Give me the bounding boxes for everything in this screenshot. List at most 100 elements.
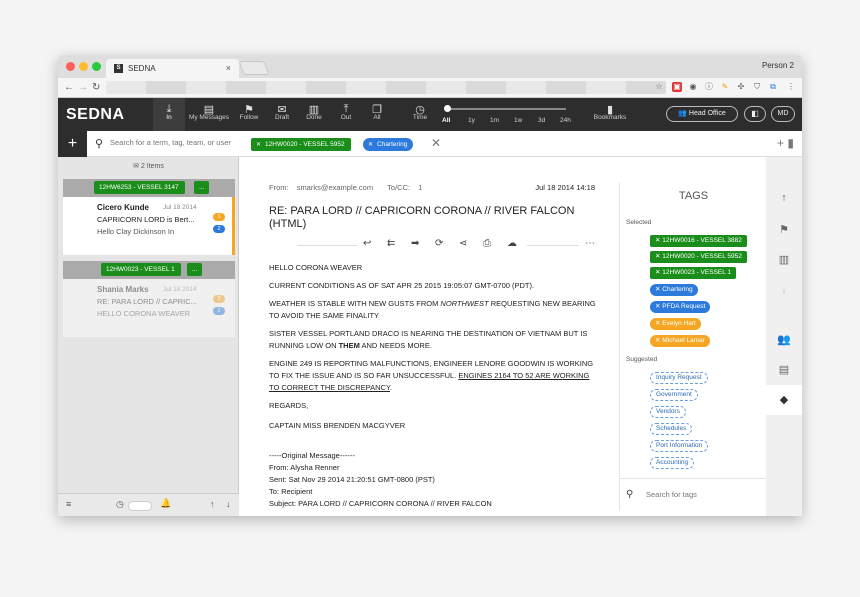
tag-search-input[interactable]	[646, 490, 756, 499]
time-range-1y[interactable]: 1y	[468, 117, 475, 127]
forward-icon[interactable]: →	[78, 82, 88, 93]
sync-icon[interactable]: ⟳	[435, 238, 443, 249]
selected-tag[interactable]: ✕ Chartering	[650, 284, 698, 296]
time-range-1m[interactable]: 1m	[490, 117, 499, 127]
comment-icon[interactable]: ▤	[766, 355, 802, 385]
recipient-count[interactable]: 1	[418, 183, 422, 192]
url-field[interactable]	[106, 81, 666, 94]
suggested-tag[interactable]: Port Information	[650, 440, 709, 452]
selected-tag[interactable]: ✕ PFDA Request	[650, 301, 711, 313]
bookmarks-button[interactable]: ▮ Bookmarks	[589, 98, 631, 131]
message-card[interactable]: Cicero Kunde Jul 18 2014 CAPRICORN LORD …	[63, 197, 235, 255]
tab-close-icon[interactable]: ×	[226, 63, 231, 73]
message-list: ✉ 2 Items 12HW6253 - VESSEL 3147 ... Cic…	[58, 157, 239, 516]
bookmark-star-icon[interactable]: ☆	[654, 82, 664, 92]
reply-all-icon[interactable]: ⇇	[387, 238, 395, 249]
tag-icon[interactable]: ◆	[766, 385, 802, 415]
group-tag[interactable]: 12HW0023 - VESSEL 1	[101, 263, 181, 276]
sort-icon[interactable]: ≡	[66, 499, 71, 509]
nav-my-messages[interactable]: ▤ My Messages	[185, 98, 233, 131]
selected-tag[interactable]: ✕ Evelyn Hart	[650, 318, 701, 330]
nav-all[interactable]: ❐ All	[364, 98, 390, 131]
time-range-24h[interactable]: 24h	[560, 117, 571, 127]
reload-icon[interactable]: ↻	[92, 82, 100, 93]
nav-follow[interactable]: ⚑ Follow	[236, 98, 262, 131]
shield-icon[interactable]: ⛉	[752, 82, 762, 92]
search-chip-vessel[interactable]: ✕ 12HW0020 - VESSEL 5952	[251, 138, 351, 151]
extension-icon[interactable]: ✎	[720, 82, 730, 92]
time-range-1w[interactable]: 1w	[514, 117, 522, 127]
browser-tab[interactable]: S SEDNA ×	[106, 59, 239, 78]
suggested-tag[interactable]: Vendors	[650, 406, 686, 418]
time-range-3d[interactable]: 3d	[538, 117, 545, 127]
group-more-button[interactable]: ...	[187, 263, 203, 276]
print-icon[interactable]: ⎙	[483, 238, 491, 249]
arrow-up-icon[interactable]: ↑	[210, 499, 215, 509]
archive-icon[interactable]: ▥	[766, 245, 802, 275]
share-icon[interactable]: ⋖	[459, 238, 467, 249]
clear-search-icon[interactable]: ✕	[431, 136, 441, 150]
arrow-up-icon[interactable]: ↑	[766, 183, 802, 213]
list-item[interactable]: 12HW0023 - VESSEL 1 ... Shania Marks Jul…	[63, 261, 235, 337]
reply-icon[interactable]: ↩	[363, 238, 371, 249]
maximize-window-icon[interactable]	[92, 62, 101, 71]
search-input[interactable]	[110, 138, 245, 147]
arrow-down-icon[interactable]: ↓	[766, 275, 802, 305]
nav-out[interactable]: ⤒ Out	[333, 98, 359, 131]
extension-icon[interactable]: ▣	[672, 82, 682, 92]
message-date: Jul 18 2014	[163, 204, 197, 211]
suggested-tag[interactable]: Government	[650, 389, 698, 401]
forward-icon[interactable]: ➡	[411, 238, 419, 249]
time-range-all[interactable]: All	[442, 117, 450, 127]
remove-chip-icon[interactable]: ✕	[368, 142, 373, 148]
selected-tag[interactable]: ✕ 12HW0020 - VESSEL 5952	[650, 251, 747, 263]
minimize-window-icon[interactable]	[79, 62, 88, 71]
clock-icon[interactable]: ◷	[116, 499, 124, 510]
info-icon[interactable]: ⓘ	[704, 82, 714, 92]
cloud-download-icon[interactable]: ☁	[507, 238, 517, 249]
remove-chip-icon[interactable]: ✕	[256, 142, 261, 148]
suggested-tag[interactable]: Accounting	[650, 457, 695, 469]
new-tab-button[interactable]	[238, 61, 270, 75]
from-address[interactable]: smarks@example.com	[297, 183, 373, 192]
selected-tag[interactable]: ✕ Michael Lamar	[650, 335, 710, 347]
suggested-tag[interactable]: Schedules	[650, 423, 693, 435]
compose-button[interactable]: +	[58, 131, 87, 157]
flag-icon[interactable]: ⚑	[766, 215, 802, 245]
extension-icon[interactable]: ◉	[688, 82, 698, 92]
group-tag[interactable]: 12HW6253 - VESSEL 3147	[94, 181, 185, 194]
user-avatar-button[interactable]: MD	[771, 106, 795, 122]
extension-icon[interactable]: ✣	[736, 82, 746, 92]
layout-toggle-button[interactable]: ◧	[744, 106, 766, 122]
back-icon[interactable]: ←	[64, 82, 74, 93]
bell-icon[interactable]: 🔔	[160, 498, 171, 509]
close-window-icon[interactable]	[66, 62, 75, 71]
profile-name[interactable]: Person 2	[762, 61, 794, 70]
original-header: -----Original Message------	[269, 451, 355, 460]
group-header: 12HW6253 - VESSEL 3147 ...	[63, 179, 235, 197]
selected-tag[interactable]: ✕ 12HW0016 - VESSEL 3882	[650, 235, 747, 247]
app-logo[interactable]: SEDNA	[66, 106, 125, 124]
people-icon[interactable]: 👥	[766, 325, 802, 355]
time-button[interactable]: ◷ Time	[407, 98, 433, 131]
head-office-button[interactable]: 👥 Head Office	[666, 106, 738, 122]
tags-panel: TAGS Selected ✕ 12HW0016 - VESSEL 3882 ✕…	[619, 182, 767, 511]
nav-draft[interactable]: ✉ Draft	[269, 98, 295, 131]
slider-knob[interactable]	[444, 105, 451, 112]
time-range-slider[interactable]	[444, 105, 566, 112]
list-item[interactable]: 12HW6253 - VESSEL 3147 ... Cicero Kunde …	[63, 179, 235, 255]
menu-icon[interactable]: ⋮	[786, 82, 796, 92]
nav-in[interactable]: ⤓ In	[153, 98, 185, 131]
arrow-down-icon[interactable]: ↓	[226, 499, 231, 509]
message-card[interactable]: Shania Marks Jul 18 2014 RE: PARA LORD /…	[63, 279, 235, 337]
group-more-button[interactable]: ...	[194, 181, 210, 194]
notification-toggle[interactable]	[128, 501, 152, 511]
save-search-icon[interactable]: + ▮	[777, 136, 794, 150]
more-icon[interactable]: ⋯	[585, 238, 595, 249]
selected-tag[interactable]: ✕ 12HW0023 - VESSEL 1	[650, 267, 737, 279]
tag-search: ⚲	[620, 478, 767, 510]
extension-icon[interactable]: ⧉	[768, 82, 778, 92]
search-chip-chartering[interactable]: ✕ Chartering	[363, 138, 414, 151]
nav-done[interactable]: ▥ Done	[301, 98, 327, 131]
suggested-tag[interactable]: Inquiry Request	[650, 372, 708, 384]
